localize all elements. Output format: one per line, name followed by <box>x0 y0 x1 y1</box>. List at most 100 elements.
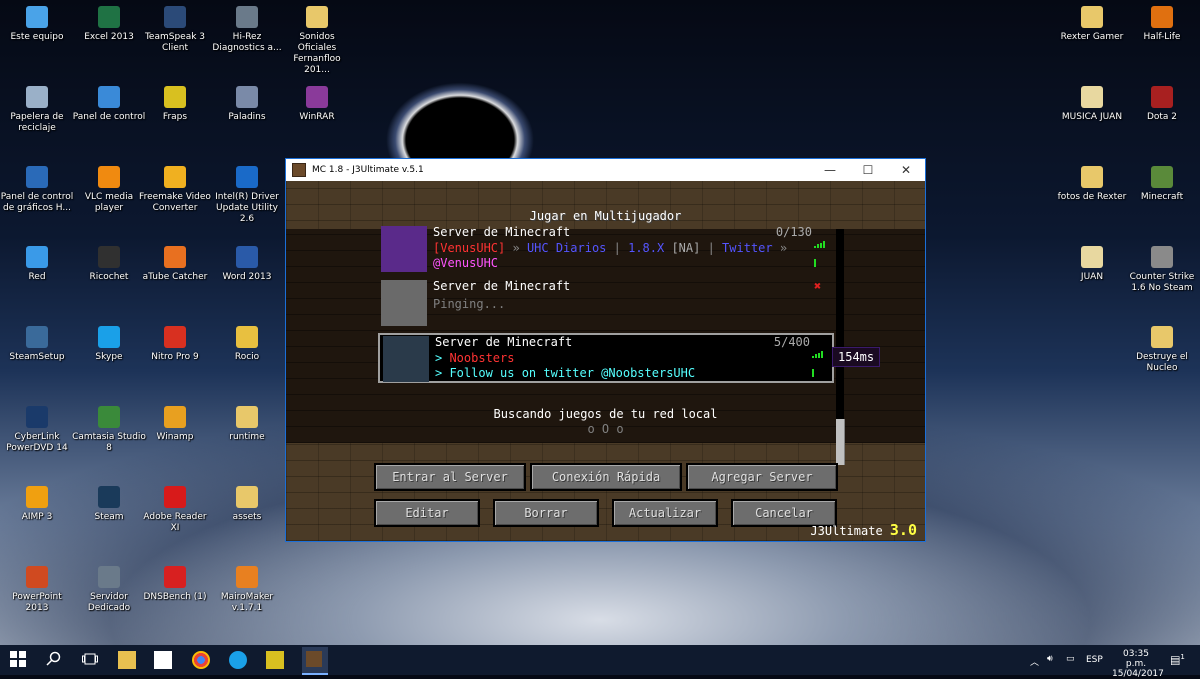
desktop-icon-skype[interactable]: Skype <box>72 326 146 363</box>
desktop-icon-musica-juan[interactable]: MUSICA JUAN <box>1055 86 1129 123</box>
desktop-icon-fotos-de-rexter[interactable]: fotos de Rexter <box>1055 166 1129 203</box>
app-icon <box>98 486 120 508</box>
desktop-icon-red[interactable]: Red <box>0 246 74 283</box>
desktop-icon-vlc-media-player[interactable]: VLC media player <box>72 166 146 214</box>
minecraft-taskbar[interactable] <box>302 647 328 675</box>
desktop-icon-steam[interactable]: Steam <box>72 486 146 523</box>
desktop-icon-winamp[interactable]: Winamp <box>138 406 212 443</box>
network-icon[interactable]: ▭ <box>1066 654 1075 664</box>
desktop-icon-dnsbench-1[interactable]: DNSBench (1) <box>138 566 212 603</box>
desktop-icon-nitro-pro-9[interactable]: Nitro Pro 9 <box>138 326 212 363</box>
server-entry-noobsters[interactable]: Server de Minecraft 5/400 > Noobsters > … <box>378 333 834 383</box>
desktop-icon-cyberlink-powerdvd-14[interactable]: CyberLink PowerDVD 14 <box>0 406 74 454</box>
skype-taskbar[interactable] <box>229 651 247 669</box>
app-icon <box>236 326 258 348</box>
app-icon <box>1151 6 1173 28</box>
desktop-icon-label: runtime <box>229 432 265 442</box>
maximize-button[interactable]: ☐ <box>849 163 887 177</box>
desktop-icon-adobe-reader-xi[interactable]: Adobe Reader XI <box>138 486 212 534</box>
desktop-icon-juan[interactable]: JUAN <box>1055 246 1129 283</box>
app-icon <box>98 566 120 588</box>
desktop-icon-dota-2[interactable]: Dota 2 <box>1125 86 1199 123</box>
desktop-icon-label: assets <box>232 512 262 522</box>
desktop-icon-minecraft[interactable]: Minecraft <box>1125 166 1199 203</box>
delete-button[interactable]: Borrar <box>493 499 599 527</box>
task-view-button[interactable] <box>82 651 100 669</box>
desktop-icon-este-equipo[interactable]: Este equipo <box>0 6 74 43</box>
minecraft-window[interactable]: MC 1.8 - J3Ultimate v.5.1 — ☐ ✕ Jugar en… <box>285 158 926 542</box>
fraps-taskbar[interactable] <box>266 651 284 669</box>
desktop-icon-intel-r-driver-update-utility-2-6[interactable]: Intel(R) Driver Update Utility 2.6 <box>210 166 284 225</box>
language-indicator[interactable]: ESP <box>1086 655 1103 665</box>
desktop-icon-mairomaker-v-1-7-1[interactable]: MairoMaker v.1.7.1 <box>210 566 284 614</box>
server-motd-line1: Pinging... <box>433 297 505 311</box>
volume-icon[interactable]: 🔊︎ <box>1047 654 1057 664</box>
store-taskbar[interactable] <box>154 651 172 669</box>
desktop-icon-label: Panel de control <box>72 112 146 122</box>
tray-chevron-icon[interactable]: ︿ <box>1030 655 1039 668</box>
chrome-taskbar[interactable] <box>192 651 210 669</box>
notifications-button[interactable]: ▤1 <box>1170 653 1185 667</box>
close-button[interactable]: ✕ <box>887 163 925 177</box>
start-button[interactable] <box>10 651 28 669</box>
desktop-icon-label: fotos de Rexter <box>1057 192 1127 202</box>
desktop-icon-powerpoint-2013[interactable]: PowerPoint 2013 <box>0 566 74 614</box>
direct-connect-button[interactable]: Conexión Rápida <box>530 463 682 491</box>
desktop-icon-servidor-dedicado[interactable]: Servidor Dedicado <box>72 566 146 614</box>
signal-bars-icon <box>814 229 828 267</box>
desktop-icon-counter-strike-1-6-no-steam[interactable]: Counter Strike 1.6 No Steam <box>1125 246 1199 294</box>
desktop-icon-fraps[interactable]: Fraps <box>138 86 212 123</box>
join-server-button[interactable]: Entrar al Server <box>374 463 526 491</box>
server-name: Server de Minecraft <box>433 279 571 293</box>
desktop-icon-camtasia-studio-8[interactable]: Camtasia Studio 8 <box>72 406 146 454</box>
desktop-icon-label: Winamp <box>156 432 194 442</box>
desktop-icon-paladins[interactable]: Paladins <box>210 86 284 123</box>
server-entry-venusuhc[interactable]: Server de Minecraft 0/130 [VenusUHC] » U… <box>378 225 834 275</box>
server-entry-pinging[interactable]: Server de Minecraft ✖ Pinging... <box>378 279 834 329</box>
desktop-icon-freemake-video-converter[interactable]: Freemake Video Converter <box>138 166 212 214</box>
motd-segment: » <box>505 241 527 255</box>
desktop-icon-hi-rez-diagnostics-a[interactable]: Hi-Rez Diagnostics a... <box>210 6 284 54</box>
desktop-icon-assets[interactable]: assets <box>210 486 284 523</box>
windows-icon <box>10 651 26 667</box>
app-icon <box>306 86 328 108</box>
desktop-icon-label: JUAN <box>1080 272 1104 282</box>
app-icon <box>1081 246 1103 268</box>
desktop-icon-half-life[interactable]: Half-Life <box>1125 6 1199 43</box>
add-server-button[interactable]: Agregar Server <box>686 463 838 491</box>
desktop-icon-destruye-el-nucleo[interactable]: Destruye el Nucleo <box>1125 326 1199 374</box>
desktop-icon-sonidos-oficiales-fernanfloo-201[interactable]: Sonidos Oficiales Fernanfloo 201... <box>280 6 354 76</box>
desktop-icon-label: WinRAR <box>299 112 335 122</box>
desktop-icon-excel-2013[interactable]: Excel 2013 <box>72 6 146 43</box>
refresh-button[interactable]: Actualizar <box>612 499 718 527</box>
desktop-icon-steamsetup[interactable]: SteamSetup <box>0 326 74 363</box>
desktop-icon-label: Servidor Dedicado <box>87 592 131 613</box>
desktop-icon-ricochet[interactable]: Ricochet <box>72 246 146 283</box>
desktop-icon-label: Sonidos Oficiales Fernanfloo 201... <box>293 32 341 75</box>
desktop-icon-rocio[interactable]: Rocio <box>210 326 284 363</box>
desktop-icon-runtime[interactable]: runtime <box>210 406 284 443</box>
app-icon <box>26 6 48 28</box>
file-explorer-taskbar[interactable] <box>118 651 136 669</box>
motd-segment: » <box>772 241 788 255</box>
desktop-icon-panel-de-control[interactable]: Panel de control <box>72 86 146 123</box>
desktop-icon-teamspeak-3-client[interactable]: TeamSpeak 3 Client <box>138 6 212 54</box>
app-icon <box>26 246 48 268</box>
motd-segment: | <box>606 241 629 255</box>
desktop-icon-aimp-3[interactable]: AIMP 3 <box>0 486 74 523</box>
desktop-icon-rexter-gamer[interactable]: Rexter Gamer <box>1055 6 1129 43</box>
minecraft-icon <box>306 651 322 667</box>
desktop-icon-label: Fraps <box>162 112 188 122</box>
edit-button[interactable]: Editar <box>374 499 480 527</box>
desktop-icon-atube-catcher[interactable]: aTube Catcher <box>138 246 212 283</box>
window-titlebar[interactable]: MC 1.8 - J3Ultimate v.5.1 — ☐ ✕ <box>286 159 925 181</box>
search-button[interactable] <box>46 651 64 669</box>
desktop-icon-label: Excel 2013 <box>84 32 134 42</box>
desktop-icon-panel-de-control-de-gr-ficos-h[interactable]: Panel de control de gráficos H... <box>0 166 74 214</box>
desktop-icon-winrar[interactable]: WinRAR <box>280 86 354 123</box>
desktop-icon-label: Nitro Pro 9 <box>151 352 199 362</box>
desktop-icon-papelera-de-reciclaje[interactable]: Papelera de reciclaje <box>0 86 74 134</box>
desktop-icon-word-2013[interactable]: Word 2013 <box>210 246 284 283</box>
motd-segment: UHC Diarios <box>526 241 607 255</box>
minimize-button[interactable]: — <box>811 163 849 177</box>
